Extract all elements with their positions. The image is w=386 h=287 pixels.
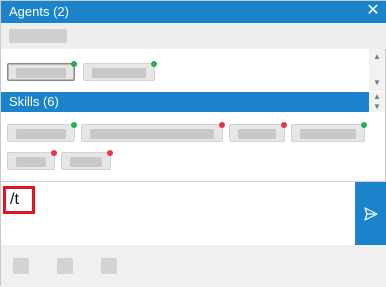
filter-placeholder[interactable]	[9, 29, 67, 43]
skill-chip[interactable]	[229, 122, 287, 142]
send-button[interactable]	[355, 182, 386, 246]
agents-title: Agents (2)	[9, 4, 69, 19]
status-dot-busy	[51, 150, 57, 156]
status-dot-online	[361, 122, 367, 128]
status-dot-busy	[107, 150, 113, 156]
status-dot-online	[151, 61, 157, 67]
toolbar-icon-1[interactable]	[13, 258, 29, 274]
skill-chip[interactable]	[61, 150, 113, 170]
toolbar-icon-3[interactable]	[101, 258, 117, 274]
skill-name-redacted	[90, 129, 214, 139]
status-dot-busy	[219, 122, 225, 128]
status-dot-online	[71, 122, 77, 128]
skill-name-redacted	[300, 129, 356, 139]
skill-chip[interactable]	[291, 122, 367, 142]
scroll-up-icon[interactable]: ▲	[369, 92, 385, 102]
agents-header: Agents (2) ✕	[1, 1, 386, 23]
skills-title: Skills (6)	[9, 94, 59, 109]
agents-filter-bar	[1, 23, 386, 49]
toolbar-icon-2[interactable]	[57, 258, 73, 274]
skill-name-redacted	[16, 129, 66, 139]
skill-chip[interactable]	[7, 122, 77, 142]
scroll-down-icon[interactable]: ▼	[369, 102, 385, 112]
close-icon[interactable]: ✕	[365, 2, 381, 20]
skill-name-redacted	[238, 129, 276, 139]
status-dot-busy	[281, 122, 287, 128]
agent-chip[interactable]	[83, 61, 157, 81]
agent-chip[interactable]	[7, 61, 77, 81]
agents-list	[1, 49, 371, 91]
skill-chip[interactable]	[7, 150, 57, 170]
scroll-down-icon[interactable]: ▼	[369, 77, 385, 89]
chat-panel: Agents (2) ✕ ▲ ▼ Skills (6) ▲ ▼ /t	[0, 0, 386, 287]
skill-name-redacted	[16, 157, 46, 167]
skills-list	[1, 112, 371, 180]
message-input-text: /t	[10, 191, 19, 208]
skills-scrollbar[interactable]: ▲ ▼	[369, 92, 385, 112]
send-icon	[364, 207, 378, 221]
scroll-up-icon[interactable]: ▲	[369, 51, 385, 63]
agent-name-redacted	[16, 68, 66, 78]
message-composer: /t	[1, 181, 386, 246]
skill-chip[interactable]	[81, 122, 225, 142]
agent-name-redacted	[92, 68, 146, 78]
status-dot-online	[71, 61, 77, 67]
skill-name-redacted	[70, 157, 102, 167]
skills-header: Skills (6)	[1, 92, 371, 112]
toolbar	[1, 245, 386, 287]
agents-scrollbar[interactable]: ▲ ▼	[369, 49, 385, 91]
message-input[interactable]: /t	[3, 186, 35, 214]
